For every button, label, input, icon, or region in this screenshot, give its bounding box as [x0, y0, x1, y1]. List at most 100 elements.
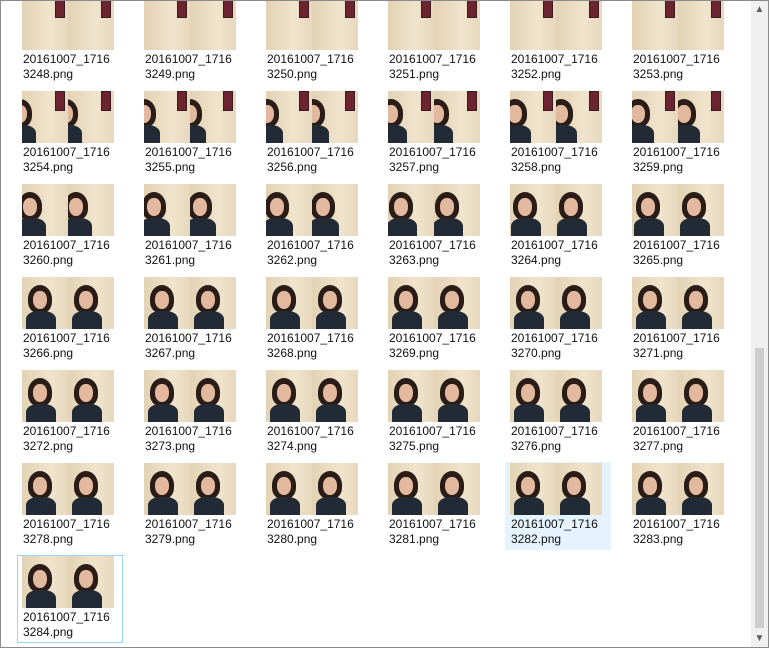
file-item[interactable]: 20161007_1716 3265.png [627, 183, 733, 271]
file-thumbnail [22, 1, 114, 50]
file-name-label: 20161007_1716 3271.png [633, 331, 731, 361]
file-name-line-2: 3250.png [267, 67, 318, 81]
file-item[interactable]: 20161007_1716 3263.png [383, 183, 489, 271]
file-item[interactable]: 20161007_1716 3273.png [139, 369, 245, 457]
file-name-line-1: 20161007_1716 [267, 238, 354, 252]
file-name-label: 20161007_1716 3266.png [23, 331, 121, 361]
file-thumbnail [388, 277, 480, 329]
file-name-line-2: 3256.png [267, 160, 318, 174]
file-thumbnail [144, 463, 236, 515]
file-thumbnail [266, 184, 358, 236]
file-name-label: 20161007_1716 3250.png [267, 52, 365, 82]
file-name-line-1: 20161007_1716 [389, 238, 476, 252]
file-name-label: 20161007_1716 3254.png [23, 145, 121, 175]
file-item[interactable]: 20161007_1716 3274.png [261, 369, 367, 457]
file-item[interactable]: 20161007_1716 3252.png [505, 1, 611, 85]
file-item[interactable]: 20161007_1716 3270.png [505, 276, 611, 364]
file-name-line-2: 3258.png [511, 160, 562, 174]
file-name-label: 20161007_1716 3251.png [389, 52, 487, 82]
file-name-line-1: 20161007_1716 [511, 238, 598, 252]
file-thumbnail [632, 370, 724, 422]
file-item[interactable]: 20161007_1716 3278.png [17, 462, 123, 550]
file-item[interactable]: 20161007_1716 3256.png [261, 90, 367, 178]
file-name-line-2: 3255.png [145, 160, 196, 174]
file-name-label: 20161007_1716 3283.png [633, 517, 731, 547]
file-item[interactable]: 20161007_1716 3267.png [139, 276, 245, 364]
file-name-label: 20161007_1716 3275.png [389, 424, 487, 454]
file-thumbnail [22, 556, 114, 608]
file-name-line-2: 3266.png [23, 346, 74, 360]
file-name-label: 20161007_1716 3270.png [511, 331, 609, 361]
file-item[interactable]: 20161007_1716 3258.png [505, 90, 611, 178]
file-item[interactable]: 20161007_1716 3283.png [627, 462, 733, 550]
file-grid: 20161007_1716 3248.png 20161007_1716 3249.p… [1, 1, 749, 647]
file-name-line-1: 20161007_1716 [633, 145, 720, 159]
file-item[interactable]: 20161007_1716 3260.png [17, 183, 123, 271]
file-name-label: 20161007_1716 3284.png [23, 610, 121, 640]
file-name-line-2: 3253.png [633, 67, 684, 81]
file-thumbnail [388, 463, 480, 515]
file-item[interactable]: 20161007_1716 3251.png [383, 1, 489, 85]
file-thumbnail [144, 370, 236, 422]
file-thumbnail [632, 91, 724, 143]
file-name-line-1: 20161007_1716 [23, 517, 110, 531]
file-item[interactable]: 20161007_1716 3248.png [17, 1, 123, 85]
file-item[interactable]: 20161007_1716 3268.png [261, 276, 367, 364]
file-thumbnail [632, 463, 724, 515]
file-name-line-2: 3284.png [23, 625, 74, 639]
file-name-line-1: 20161007_1716 [633, 52, 720, 66]
file-name-line-2: 3272.png [23, 439, 74, 453]
file-explorer-view: 20161007_1716 3248.png 20161007_1716 3249.p… [0, 0, 769, 648]
file-item[interactable]: 20161007_1716 3254.png [17, 90, 123, 178]
file-item[interactable]: 20161007_1716 3272.png [17, 369, 123, 457]
file-name-line-1: 20161007_1716 [23, 52, 110, 66]
file-name-label: 20161007_1716 3256.png [267, 145, 365, 175]
file-item[interactable]: 20161007_1716 3264.png [505, 183, 611, 271]
file-name-line-2: 3252.png [511, 67, 562, 81]
file-name-label: 20161007_1716 3257.png [389, 145, 487, 175]
file-item[interactable]: 20161007_1716 3266.png [17, 276, 123, 364]
file-name-line-2: 3268.png [267, 346, 318, 360]
file-name-line-2: 3261.png [145, 253, 196, 267]
file-name-line-1: 20161007_1716 [145, 145, 232, 159]
file-name-line-1: 20161007_1716 [23, 331, 110, 345]
file-item[interactable]: 20161007_1716 3279.png [139, 462, 245, 550]
file-name-line-2: 3277.png [633, 439, 684, 453]
file-item[interactable]: 20161007_1716 3276.png [505, 369, 611, 457]
vertical-scrollbar[interactable]: ▲ ▼ [751, 1, 768, 647]
chevron-down-icon[interactable]: ▼ [751, 630, 768, 647]
file-name-line-1: 20161007_1716 [145, 52, 232, 66]
file-item[interactable]: 20161007_1716 3269.png [383, 276, 489, 364]
file-item[interactable]: 20161007_1716 3281.png [383, 462, 489, 550]
file-name-label: 20161007_1716 3263.png [389, 238, 487, 268]
file-thumbnail [22, 277, 114, 329]
file-name-line-1: 20161007_1716 [267, 331, 354, 345]
file-item[interactable]: 20161007_1716 3271.png [627, 276, 733, 364]
file-item[interactable]: 20161007_1716 3284.png [17, 555, 123, 643]
file-item[interactable]: 20161007_1716 3275.png [383, 369, 489, 457]
file-name-label: 20161007_1716 3262.png [267, 238, 365, 268]
file-name-line-1: 20161007_1716 [389, 424, 476, 438]
file-item[interactable]: 20161007_1716 3255.png [139, 90, 245, 178]
file-item[interactable]: 20161007_1716 3253.png [627, 1, 733, 85]
scrollbar-thumb[interactable] [755, 348, 764, 628]
file-item[interactable]: 20161007_1716 3261.png [139, 183, 245, 271]
file-item[interactable]: 20161007_1716 3282.png [505, 462, 611, 550]
file-name-label: 20161007_1716 3264.png [511, 238, 609, 268]
file-name-line-1: 20161007_1716 [511, 331, 598, 345]
file-item[interactable]: 20161007_1716 3280.png [261, 462, 367, 550]
file-item[interactable]: 20161007_1716 3250.png [261, 1, 367, 85]
file-thumbnail [266, 463, 358, 515]
file-name-line-1: 20161007_1716 [23, 145, 110, 159]
file-name-label: 20161007_1716 3273.png [145, 424, 243, 454]
file-item[interactable]: 20161007_1716 3277.png [627, 369, 733, 457]
file-item[interactable]: 20161007_1716 3259.png [627, 90, 733, 178]
file-item[interactable]: 20161007_1716 3262.png [261, 183, 367, 271]
file-name-label: 20161007_1716 3269.png [389, 331, 487, 361]
file-thumbnail [266, 370, 358, 422]
chevron-up-icon[interactable]: ▲ [751, 1, 768, 18]
file-item[interactable]: 20161007_1716 3257.png [383, 90, 489, 178]
file-name-label: 20161007_1716 3280.png [267, 517, 365, 547]
file-item[interactable]: 20161007_1716 3249.png [139, 1, 245, 85]
file-thumbnail [266, 91, 358, 143]
